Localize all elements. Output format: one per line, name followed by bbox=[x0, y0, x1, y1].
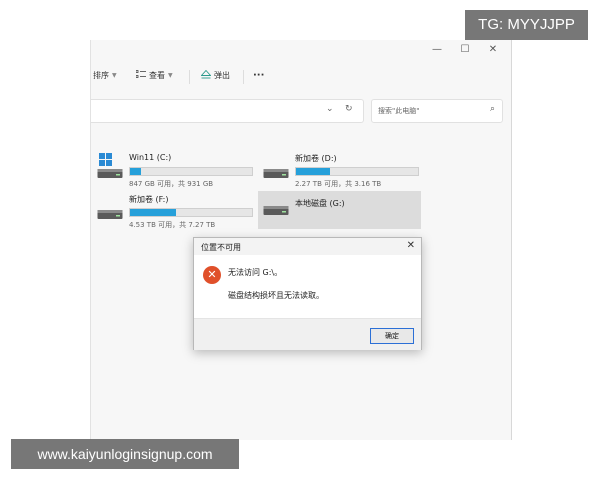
drive-usage-bar bbox=[129, 208, 253, 217]
view-list-icon bbox=[135, 70, 146, 81]
hard-drive-icon bbox=[97, 167, 123, 179]
eject-button[interactable]: 弹出 bbox=[200, 69, 230, 81]
close-button[interactable]: ✕ bbox=[485, 43, 501, 57]
search-input[interactable]: 搜索"此电脑" ⌕ bbox=[371, 99, 503, 123]
minimize-button[interactable]: — bbox=[429, 43, 445, 57]
chevron-down-icon: ▼ bbox=[168, 72, 173, 79]
dialog-body: ✕ 无法访问 G:\。 磁盘结构损坏且无法读取。 bbox=[194, 255, 421, 318]
view-label: 查看 bbox=[149, 71, 165, 80]
drive-size-text: 4.53 TB 可用，共 7.27 TB bbox=[129, 221, 216, 229]
ok-button[interactable]: 确定 bbox=[370, 328, 414, 344]
drive-d[interactable]: 新加卷 (D:) 2.27 TB 可用，共 3.16 TB bbox=[263, 153, 423, 193]
drive-usage-bar bbox=[129, 167, 253, 176]
sort-label: 排序 bbox=[93, 71, 109, 80]
dialog-footer: 确定 bbox=[194, 318, 421, 350]
dropdown-icon[interactable]: ⌄ bbox=[326, 104, 334, 114]
windows-logo-icon bbox=[99, 153, 112, 168]
dialog-message-line2: 磁盘结构损坏且无法读取。 bbox=[228, 291, 324, 300]
hard-drive-icon bbox=[263, 204, 289, 216]
drive-name: 本地磁盘 (G:) bbox=[295, 199, 345, 208]
drive-f[interactable]: 新加卷 (F:) 4.53 TB 可用，共 7.27 TB bbox=[97, 194, 257, 234]
chevron-down-icon: ▼ bbox=[112, 72, 117, 79]
eject-label: 弹出 bbox=[214, 71, 230, 80]
more-options-button[interactable]: ··· bbox=[253, 70, 264, 81]
sort-button[interactable]: 排序 ▼ bbox=[93, 70, 117, 81]
command-bar: 排序 ▼ 查看 ▼ 弹出 ··· bbox=[91, 64, 511, 90]
refresh-icon[interactable]: ↻ bbox=[345, 104, 353, 114]
dialog-title: 位置不可用 bbox=[201, 243, 241, 252]
tg-watermark-badge: TG: MYYJJPP bbox=[465, 10, 588, 40]
drive-c[interactable]: Win11 (C:) 847 GB 可用，共 931 GB bbox=[97, 153, 257, 193]
toolbar-divider bbox=[243, 70, 244, 84]
view-button[interactable]: 查看 ▼ bbox=[135, 70, 173, 81]
site-watermark-badge: www.kaiyunloginsignup.com bbox=[11, 439, 239, 469]
drive-size-text: 847 GB 可用，共 931 GB bbox=[129, 180, 214, 188]
title-bar: — ☐ ✕ bbox=[91, 40, 511, 62]
drive-g[interactable]: 本地磁盘 (G:) bbox=[263, 198, 419, 228]
drive-name: 新加卷 (D:) bbox=[295, 154, 337, 163]
toolbar-divider bbox=[189, 70, 190, 84]
address-bar[interactable]: ⌄ ↻ bbox=[91, 99, 364, 123]
drive-name: Win11 (C:) bbox=[129, 153, 172, 162]
drive-size-text: 2.27 TB 可用，共 3.16 TB bbox=[295, 180, 382, 188]
drive-usage-bar bbox=[295, 167, 419, 176]
hard-drive-icon bbox=[97, 208, 123, 220]
eject-icon bbox=[200, 69, 212, 81]
search-placeholder: 搜索"此电脑" bbox=[378, 107, 420, 115]
hard-drive-icon bbox=[263, 167, 289, 179]
search-icon: ⌕ bbox=[489, 104, 495, 114]
error-icon: ✕ bbox=[203, 266, 221, 284]
drive-name: 新加卷 (F:) bbox=[129, 195, 169, 204]
dialog-close-button[interactable]: ✕ bbox=[407, 240, 415, 251]
dialog-message-line1: 无法访问 G:\。 bbox=[228, 268, 283, 277]
location-unavailable-dialog: 位置不可用 ✕ ✕ 无法访问 G:\。 磁盘结构损坏且无法读取。 确定 bbox=[193, 237, 422, 350]
maximize-button[interactable]: ☐ bbox=[457, 43, 473, 57]
